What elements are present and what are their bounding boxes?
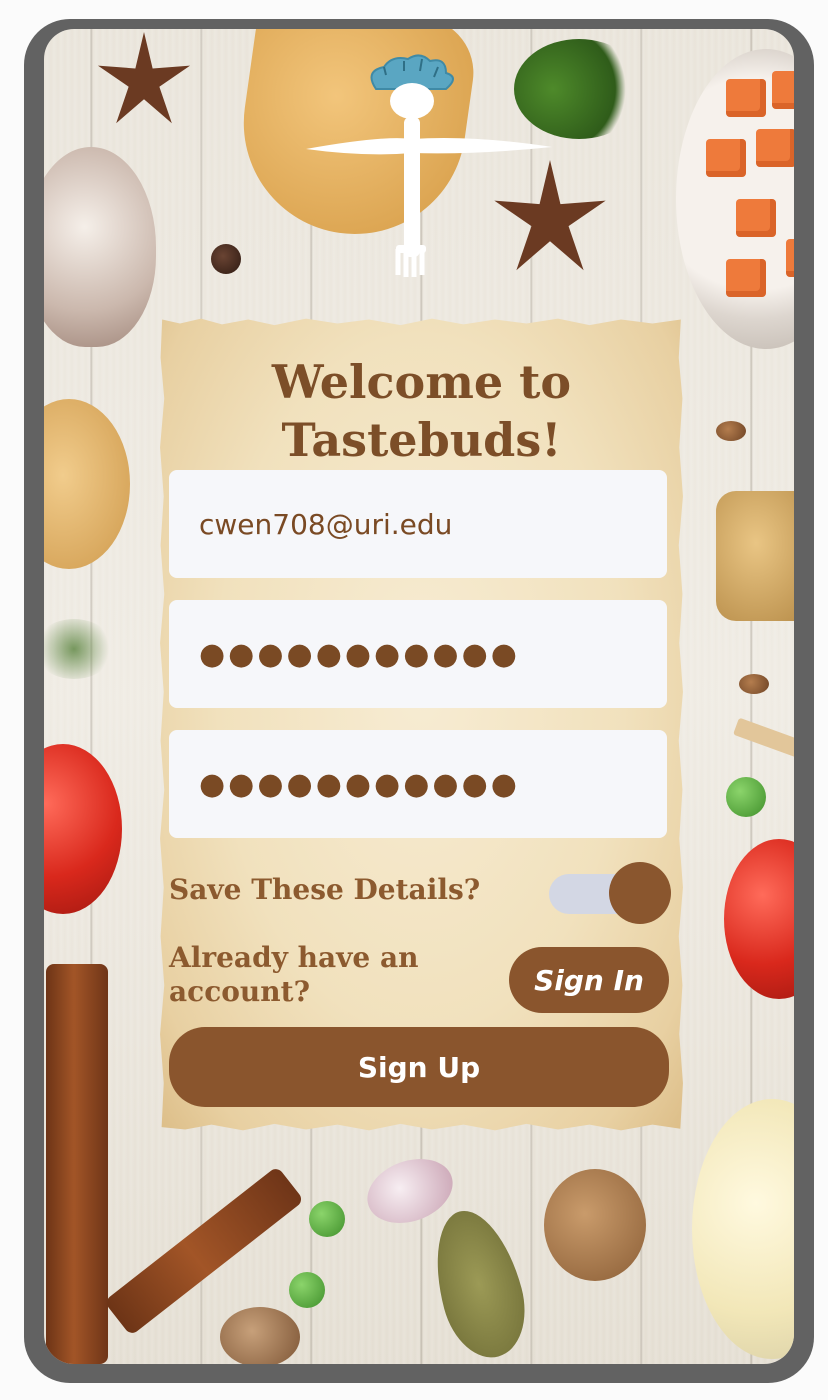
email-input[interactable] <box>169 470 667 578</box>
carrot-piece <box>736 199 776 237</box>
welcome-title: Welcome to Tastebuds! <box>271 355 572 467</box>
pea-image <box>309 1201 345 1237</box>
nutmeg-image <box>220 1307 300 1364</box>
chef-fork-knife-logo-icon <box>306 54 552 277</box>
carrot-piece <box>786 239 794 277</box>
carrot-piece <box>726 259 766 297</box>
carrot-piece <box>756 129 794 167</box>
pea-image <box>726 777 766 817</box>
password-input[interactable] <box>169 600 667 708</box>
bean-image <box>739 674 769 694</box>
carrot-piece <box>772 71 794 109</box>
peppercorn-image <box>211 244 241 274</box>
confirm-password-input[interactable] <box>169 730 667 838</box>
carrot-piece <box>726 79 766 117</box>
pea-image <box>289 1272 325 1308</box>
sign-in-button[interactable]: Sign In <box>509 947 669 1013</box>
save-details-toggle[interactable] <box>549 862 671 924</box>
cinnamon-stick-image <box>46 964 108 1364</box>
signup-card: Welcome to Tastebuds! Save These Details… <box>160 318 683 1131</box>
already-account-label: Already have an account? <box>169 941 419 1008</box>
bean-image <box>716 421 746 441</box>
app-screen: Welcome to Tastebuds! Save These Details… <box>44 29 794 1364</box>
carrot-piece <box>706 139 746 177</box>
sign-up-button[interactable]: Sign Up <box>169 1027 669 1107</box>
toggle-thumb[interactable] <box>609 862 671 924</box>
walnut-image <box>544 1169 646 1281</box>
save-details-label: Save These Details? <box>169 873 481 906</box>
cork-image <box>716 491 794 621</box>
